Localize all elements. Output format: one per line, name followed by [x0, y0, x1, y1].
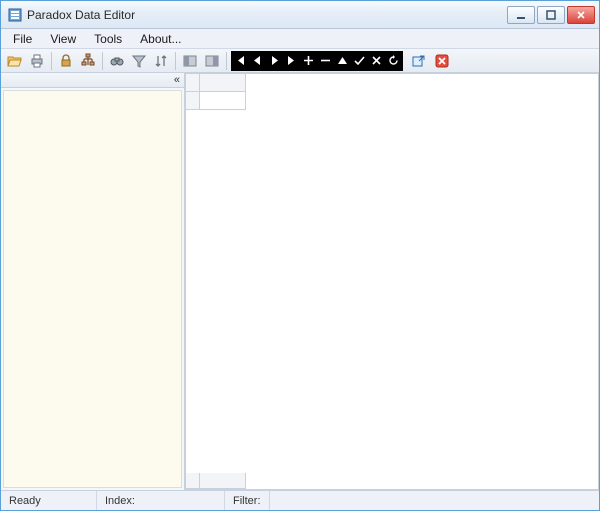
panel-right-icon: [204, 53, 220, 69]
status-index: Index:: [97, 491, 225, 510]
nav-insert-button[interactable]: [302, 54, 315, 67]
toolbar: [1, 49, 599, 73]
nav-edit-button[interactable]: [336, 54, 349, 67]
triangle-up-icon: [337, 55, 348, 66]
main-panel: [185, 73, 599, 490]
nav-last-button[interactable]: [285, 54, 298, 67]
nav-post-button[interactable]: [353, 54, 366, 67]
grid-column-header[interactable]: [200, 74, 246, 92]
export-icon: [411, 53, 427, 69]
print-button[interactable]: [27, 51, 47, 71]
nav-cancel-button[interactable]: [370, 54, 383, 67]
separator: [102, 52, 103, 70]
delete-all-button[interactable]: [432, 51, 452, 71]
structure-button[interactable]: [78, 51, 98, 71]
first-icon: [235, 55, 246, 66]
folder-open-icon: [7, 53, 23, 69]
panel-b-button[interactable]: [202, 51, 222, 71]
table-structure-icon: [80, 53, 96, 69]
check-icon: [354, 55, 365, 66]
app-icon: [7, 7, 23, 23]
grid-corner: [186, 74, 200, 92]
separator: [175, 52, 176, 70]
x-icon: [371, 55, 382, 66]
delete-red-icon: [434, 53, 450, 69]
table-list[interactable]: [3, 90, 182, 488]
minimize-button[interactable]: [507, 6, 535, 24]
nav-next-button[interactable]: [268, 54, 281, 67]
menu-view[interactable]: View: [42, 30, 84, 48]
side-panel: «: [1, 73, 185, 490]
status-bar: Ready Index: Filter:: [1, 490, 599, 510]
title-bar: Paradox Data Editor: [1, 1, 599, 29]
lock-button[interactable]: [56, 51, 76, 71]
minus-icon: [320, 55, 331, 66]
toolbar-extra: [409, 51, 452, 71]
nav-refresh-button[interactable]: [387, 54, 400, 67]
navigator-bar: [231, 51, 403, 71]
grid-footer-indicator: [186, 473, 200, 489]
side-panel-header: «: [1, 73, 184, 88]
export-button[interactable]: [409, 51, 429, 71]
maximize-button[interactable]: [537, 6, 565, 24]
nav-prior-button[interactable]: [251, 54, 264, 67]
sort-icon: [153, 53, 169, 69]
collapse-button[interactable]: «: [174, 74, 180, 86]
panel-a-button[interactable]: [180, 51, 200, 71]
status-ready: Ready: [1, 491, 97, 510]
separator: [51, 52, 52, 70]
nav-first-button[interactable]: [234, 54, 247, 67]
separator: [226, 52, 227, 70]
lock-icon: [58, 53, 74, 69]
menu-tools[interactable]: Tools: [86, 30, 130, 48]
nav-delete-button[interactable]: [319, 54, 332, 67]
find-button[interactable]: [107, 51, 127, 71]
app-window: Paradox Data Editor File View Tools Abou…: [0, 0, 600, 511]
data-grid[interactable]: [185, 73, 599, 490]
next-icon: [269, 55, 280, 66]
open-button[interactable]: [5, 51, 25, 71]
grid-footer-cell: [200, 473, 246, 489]
menu-file[interactable]: File: [5, 30, 40, 48]
panel-left-icon: [182, 53, 198, 69]
grid-row-header[interactable]: [186, 92, 200, 110]
menu-bar: File View Tools About...: [1, 29, 599, 49]
window-title: Paradox Data Editor: [27, 8, 507, 22]
close-button[interactable]: [567, 6, 595, 24]
binoculars-icon: [109, 53, 125, 69]
refresh-icon: [388, 55, 399, 66]
grid-cell[interactable]: [200, 92, 246, 110]
window-buttons: [507, 6, 595, 24]
last-icon: [286, 55, 297, 66]
prev-icon: [252, 55, 263, 66]
sort-button[interactable]: [151, 51, 171, 71]
filter-button[interactable]: [129, 51, 149, 71]
content-area: «: [1, 73, 599, 490]
status-filter: Filter:: [225, 491, 270, 510]
printer-icon: [29, 53, 45, 69]
funnel-icon: [131, 53, 147, 69]
menu-about[interactable]: About...: [132, 30, 189, 48]
plus-icon: [303, 55, 314, 66]
